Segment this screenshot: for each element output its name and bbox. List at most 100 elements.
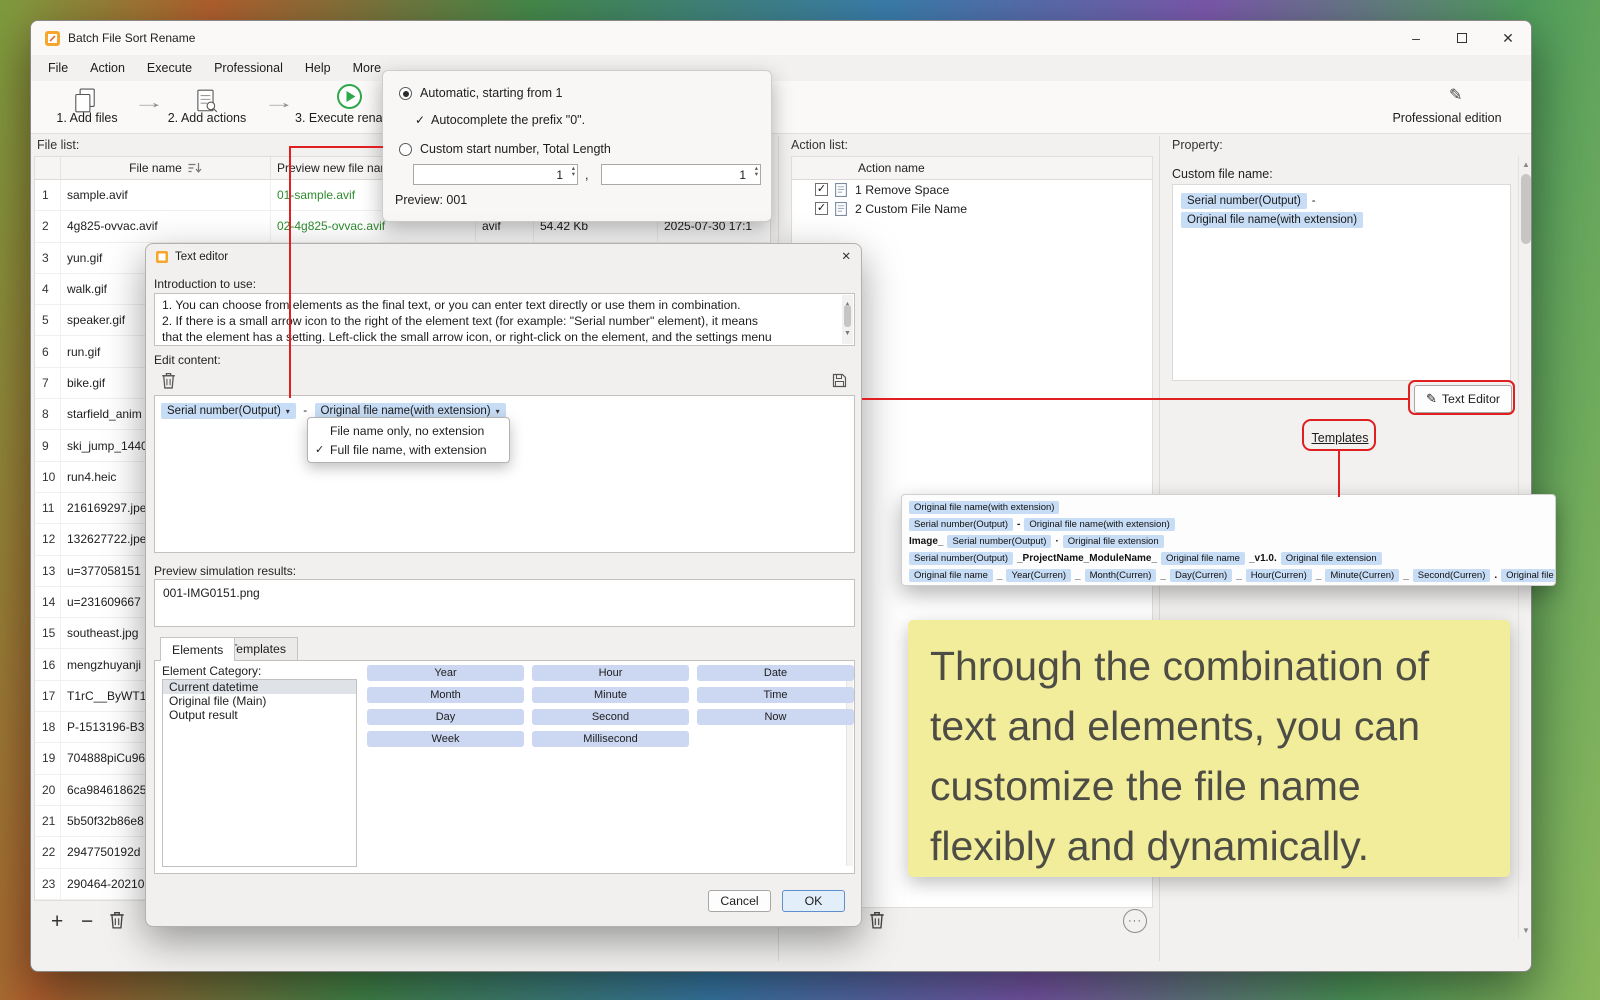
chevron-down-icon[interactable]: ▾ <box>286 407 290 416</box>
original-file-name-chip[interactable]: Original file name(with extension) <box>1181 212 1363 228</box>
add-file-button[interactable]: + <box>51 911 63 932</box>
dialog-title: Text editor <box>175 251 228 263</box>
window-controls: – ✕ <box>1393 21 1531 55</box>
dialog-close-icon[interactable]: ✕ <box>841 249 851 263</box>
ok-button[interactable]: OK <box>782 890 845 912</box>
menu-item-with-extension[interactable]: ✓ Full file name, with extension <box>308 440 509 459</box>
row-number: 14 <box>35 587 61 617</box>
element-buttons-grid: Year Hour Date Month Minute Time Day Second Now W… <box>367 665 854 747</box>
row-number: 22 <box>35 837 61 867</box>
remove-file-button[interactable]: − <box>81 911 93 932</box>
row-number: 23 <box>35 869 61 899</box>
step-add-actions[interactable]: 2. Add actions <box>161 111 253 125</box>
element-button[interactable]: Now <box>697 709 854 725</box>
delete-action-trash-icon[interactable] <box>869 911 885 934</box>
element-button[interactable]: Month <box>367 687 524 703</box>
template-row[interactable]: Original file name_Year(Curren)_Month(Cu… <box>909 567 1548 584</box>
preview-results-box: 001-IMG0151.png <box>154 579 855 627</box>
window-title: Batch File Sort Rename <box>68 31 195 45</box>
element-button[interactable]: Date <box>697 665 854 681</box>
minimize-button[interactable]: – <box>1393 21 1439 55</box>
template-row[interactable]: Serial number(Output)_ProjectName_Module… <box>909 550 1548 567</box>
template-row[interactable]: Serial number(Output)-Original file name… <box>909 516 1548 533</box>
template-segment: Hour(Curren) <box>1246 569 1312 582</box>
execute-rename-icon[interactable] <box>336 83 363 110</box>
element-button[interactable]: Minute <box>532 687 689 703</box>
row-number: 16 <box>35 649 61 679</box>
delete-element-trash-icon[interactable] <box>161 372 176 394</box>
element-button[interactable]: Time <box>697 687 854 703</box>
text-editor-button[interactable]: ✎ Text Editor <box>1414 385 1512 413</box>
scrollbar-thumb[interactable] <box>844 305 851 327</box>
intro-text-box[interactable]: 1. You can choose from elements as the f… <box>154 293 855 346</box>
element-category-label: Element Category: <box>162 664 261 678</box>
auto-start-radio[interactable] <box>399 87 412 100</box>
custom-file-name-box[interactable]: Serial number(Output) - Original file na… <box>1172 184 1511 381</box>
template-row[interactable]: Image_Serial number(Output)·Original fil… <box>909 533 1548 550</box>
action-row[interactable]: ✓ 1 Remove Space <box>792 180 1152 199</box>
element-button[interactable]: Year <box>367 665 524 681</box>
cancel-button[interactable]: Cancel <box>708 890 771 912</box>
step-add-files[interactable]: 1. Add files <box>41 111 133 125</box>
scroll-up-icon[interactable]: ▲ <box>1519 160 1532 169</box>
template-segment: Month(Curren) <box>1085 569 1157 582</box>
spin-down-icon[interactable]: ▾ <box>755 172 758 178</box>
template-row[interactable]: Original file name(with extension) <box>909 499 1548 516</box>
action-list-label: Action list: <box>791 138 848 152</box>
intro-scrollbar[interactable]: ▲ ▼ <box>842 295 853 344</box>
template-segment: Image_ <box>909 536 943 547</box>
template-segment: _ <box>1236 570 1242 581</box>
action-list-header[interactable]: Action name <box>792 157 1152 180</box>
minimize-icon: – <box>1412 30 1420 46</box>
start-number-input[interactable]: 1 ▴▾ <box>413 164 578 185</box>
column-file-name[interactable]: File name <box>61 157 271 179</box>
template-segment: Minute(Curren) <box>1325 569 1399 582</box>
category-item[interactable]: Output result <box>163 708 356 722</box>
chevron-down-icon[interactable]: ▾ <box>496 407 500 416</box>
custom-start-radio[interactable] <box>399 143 412 156</box>
close-button[interactable]: ✕ <box>1485 21 1531 55</box>
tab-elements[interactable]: Elements <box>160 637 235 661</box>
menu-item[interactable]: Execute <box>136 61 203 75</box>
element-button[interactable]: Day <box>367 709 524 725</box>
note-line: Through the combination of <box>930 636 1510 696</box>
element-button[interactable]: Millisecond <box>532 731 689 747</box>
menu-item[interactable]: File <box>37 61 79 75</box>
element-button[interactable]: Hour <box>532 665 689 681</box>
menu-item[interactable]: Professional <box>203 61 294 75</box>
action-checkbox[interactable]: ✓ <box>815 183 828 196</box>
serial-number-chip[interactable]: Serial number(Output) <box>1181 193 1307 209</box>
total-length-input[interactable]: 1 ▴▾ <box>601 164 761 185</box>
scroll-down-icon[interactable]: ▼ <box>842 326 853 342</box>
spin-down-icon[interactable]: ▾ <box>572 172 575 178</box>
row-number: 4 <box>35 274 61 304</box>
file-name-cell: 4g825-ovvac.avif <box>61 211 271 241</box>
serial-number-chip[interactable]: Serial number(Output)▾ <box>161 403 296 419</box>
menu-item[interactable]: Action <box>79 61 136 75</box>
sort-icon[interactable] <box>188 163 202 174</box>
element-button[interactable]: Second <box>532 709 689 725</box>
save-icon[interactable] <box>832 373 847 393</box>
action-checkbox[interactable]: ✓ <box>815 202 828 215</box>
action-row[interactable]: ✓ 2 Custom File Name <box>792 199 1152 218</box>
templates-button[interactable]: Templates <box>1308 425 1372 450</box>
category-item[interactable]: Current datetime <box>163 680 356 694</box>
menu-item[interactable]: Help <box>294 61 342 75</box>
note-line: customize the file name <box>930 756 1510 816</box>
prefix-check-icon[interactable]: ✓ <box>415 113 425 127</box>
template-segment: _ <box>1316 570 1322 581</box>
action-name: 2 Custom File Name <box>855 202 967 216</box>
menu-item-no-extension[interactable]: File name only, no extension <box>308 421 509 440</box>
clear-files-trash-icon[interactable] <box>109 911 125 934</box>
template-segment: Year(Curren) <box>1006 569 1071 582</box>
scroll-down-icon[interactable]: ▼ <box>1519 926 1532 935</box>
element-button[interactable]: Week <box>367 731 524 747</box>
file-name-cell: sample.avif <box>61 180 271 210</box>
more-options-button[interactable]: ··· <box>1123 909 1147 933</box>
maximize-button[interactable] <box>1439 21 1485 55</box>
scrollbar-thumb[interactable] <box>1521 174 1531 244</box>
template-segment: Original file name(with extension) <box>909 501 1059 514</box>
category-item[interactable]: Original file (Main) <box>163 694 356 708</box>
template-segment: . <box>1494 570 1497 581</box>
element-category-list[interactable]: Current datetimeOriginal file (Main)Outp… <box>162 679 357 867</box>
